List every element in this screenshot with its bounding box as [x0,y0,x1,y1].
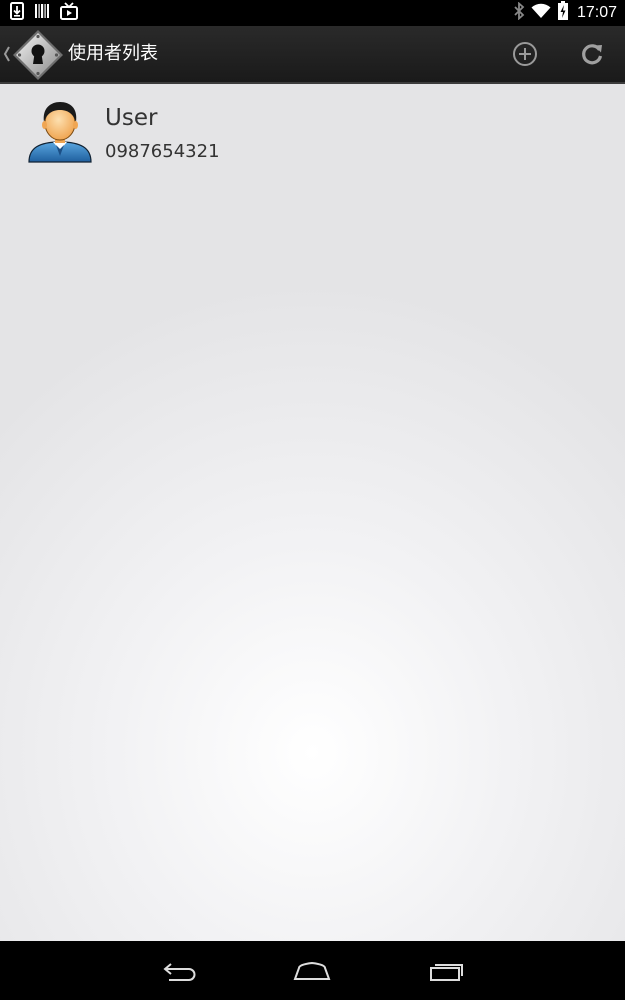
back-icon [163,963,196,981]
wifi-icon [531,3,551,23]
battery-icon [557,1,569,25]
refresh-button[interactable] [576,38,608,70]
home-icon [293,961,331,980]
status-bar: 17:07 [0,0,625,26]
back-button[interactable] [158,955,202,987]
action-bar: 使用者列表 [0,26,625,84]
status-time: 17:07 [576,4,617,21]
navigation-bar [0,941,625,1000]
app-logo[interactable] [12,29,64,81]
home-button[interactable] [290,955,334,987]
add-icon [513,42,537,66]
list-item[interactable]: User 0987654321 [0,84,625,172]
notification-icons [10,2,78,24]
media-icon [60,2,78,24]
page-title: 使用者列表 [68,43,158,64]
refresh-icon [582,44,603,65]
recents-icon [430,964,463,981]
avatar [27,98,93,164]
chevron-left-icon [3,46,10,62]
user-avatar-icon [28,102,92,163]
system-icons: 17:07 [513,1,617,25]
recents-button[interactable] [424,955,468,987]
bluetooth-icon [513,1,525,24]
user-name: User [105,105,158,131]
barcode-icon [34,2,50,24]
screen: 17:07 使用者列表 User 0987654321 [0,0,625,1000]
download-icon [10,2,24,24]
user-list: User 0987654321 [0,84,625,941]
add-user-button[interactable] [509,38,541,70]
user-phone: 0987654321 [105,141,220,162]
keyhole-lock-icon [13,30,63,80]
up-navigation[interactable] [3,45,11,63]
